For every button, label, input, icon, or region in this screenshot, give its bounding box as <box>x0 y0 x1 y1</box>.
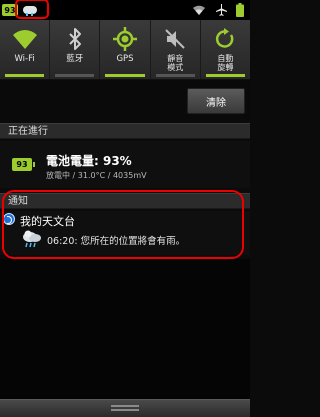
bluetooth-toggle[interactable]: 藍牙 <box>50 20 101 79</box>
ongoing-section-header: 正在進行 <box>0 123 250 139</box>
battery-icon: 93 <box>12 158 35 171</box>
gps-icon <box>113 27 137 51</box>
clear-button[interactable]: 清除 <box>187 88 245 114</box>
gps-status-bar <box>105 74 145 77</box>
mute-icon <box>165 29 185 49</box>
wifi-label: Wi-Fi <box>14 54 35 64</box>
mute-label: 靜音 模式 <box>167 54 183 72</box>
wifi-status-bar <box>5 74 45 77</box>
quick-settings: Wi-Fi 藍牙 GPS 靜音 模式 自動 旋轉 <box>0 20 250 80</box>
battery-full-icon <box>236 3 244 17</box>
mute-label-text: 靜音 模式 <box>167 54 184 72</box>
highlight-box <box>15 0 49 19</box>
wifi-icon <box>193 5 205 15</box>
empty-area <box>0 259 250 399</box>
airplane-icon <box>216 4 227 16</box>
battery-subtitle: 放電中 / 31.0°C / 4035mV <box>46 171 147 180</box>
rotate-icon <box>216 28 234 48</box>
bluetooth-status-bar <box>55 74 95 77</box>
mute-status-bar <box>155 74 195 77</box>
gps-label: GPS <box>116 54 134 64</box>
rotate-label: 自動 旋轉 <box>217 54 233 72</box>
battery-badge: 93 <box>16 160 28 169</box>
rotate-label-text: 自動 旋轉 <box>217 54 234 72</box>
status-bar: 93 <box>0 0 250 20</box>
gps-toggle[interactable]: GPS <box>100 20 151 79</box>
battery-ongoing-item[interactable]: 93 電池電量: 93% 放電中 / 31.0°C / 4035mV <box>0 141 250 188</box>
wifi-icon <box>12 30 37 49</box>
rotate-status-bar <box>205 74 246 77</box>
status-bar-right <box>192 2 244 18</box>
bluetooth-label: 藍牙 <box>66 54 84 64</box>
battery-level: 93 <box>4 5 16 15</box>
highlight-box <box>2 190 244 259</box>
clear-row: 清除 <box>0 81 250 119</box>
wifi-toggle[interactable]: Wi-Fi <box>0 20 51 79</box>
battery-title: 電池電量: 93% <box>46 154 132 168</box>
mute-toggle[interactable]: 靜音 模式 <box>151 20 201 79</box>
grip-icon <box>111 405 139 411</box>
bluetooth-icon <box>69 28 81 50</box>
rotate-toggle[interactable]: 自動 旋轉 <box>201 20 250 79</box>
drawer-handle[interactable] <box>0 399 250 417</box>
